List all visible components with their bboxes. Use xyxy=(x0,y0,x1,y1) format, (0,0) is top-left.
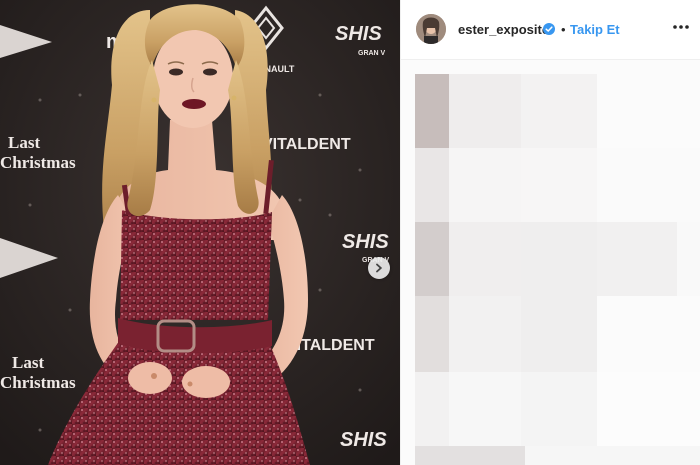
pixel-block xyxy=(449,222,521,296)
pixel-block xyxy=(521,372,597,446)
photo-illustration: Last Christmas Last Christmas SHIS GRAN … xyxy=(0,0,400,465)
pixel-block xyxy=(521,74,597,148)
instagram-post: Last Christmas Last Christmas SHIS GRAN … xyxy=(0,0,700,465)
backdrop-film-title-2: Christmas xyxy=(0,373,76,392)
avatar[interactable] xyxy=(416,14,446,44)
pixel-block xyxy=(449,372,521,446)
more-options-icon[interactable] xyxy=(671,20,691,34)
follow-button[interactable]: Takip Et xyxy=(570,22,620,37)
verified-badge-icon xyxy=(543,23,555,35)
pixel-block xyxy=(521,148,597,222)
pixel-block xyxy=(415,372,449,446)
comments-area-pixelated xyxy=(401,60,700,465)
avatar-image xyxy=(416,14,446,44)
post-photo[interactable]: Last Christmas Last Christmas SHIS GRAN … xyxy=(0,0,400,465)
pixel-block xyxy=(521,222,597,296)
pixel-block xyxy=(525,446,700,465)
backdrop-film-title-2: Christmas xyxy=(0,153,76,172)
backdrop-sponsor: SHIS xyxy=(335,23,382,45)
backdrop-sponsor: SHIS xyxy=(340,429,387,451)
backdrop-film-title: Last xyxy=(8,133,40,152)
pixel-block xyxy=(597,222,677,296)
pixel-block xyxy=(449,74,521,148)
backdrop-film-title: Last xyxy=(12,353,44,372)
backdrop-sponsor: SHIS xyxy=(342,231,389,253)
post-side-panel: ester_exposito • Takip Et xyxy=(400,0,700,465)
pixel-block xyxy=(415,446,525,465)
pixel-block xyxy=(415,148,449,222)
pixel-block xyxy=(597,372,700,446)
backdrop-sponsor-sub: GRAN V xyxy=(358,50,386,57)
chevron-right-icon xyxy=(376,263,383,273)
pixel-block xyxy=(415,74,449,148)
pixel-block xyxy=(597,148,700,222)
pixel-block xyxy=(449,296,521,372)
pixel-block xyxy=(449,148,521,222)
post-header: ester_exposito • Takip Et xyxy=(401,0,700,60)
pixel-block xyxy=(597,296,700,372)
pixel-block xyxy=(521,296,597,372)
username-link[interactable]: ester_exposito xyxy=(458,22,550,37)
pixel-block xyxy=(597,74,700,148)
backdrop-sponsor: VITALDENT xyxy=(262,136,351,153)
next-photo-button[interactable] xyxy=(368,257,390,279)
pixel-block xyxy=(677,222,700,296)
pixel-block xyxy=(415,222,449,296)
separator-dot: • xyxy=(561,22,566,37)
pixel-block xyxy=(415,296,449,372)
